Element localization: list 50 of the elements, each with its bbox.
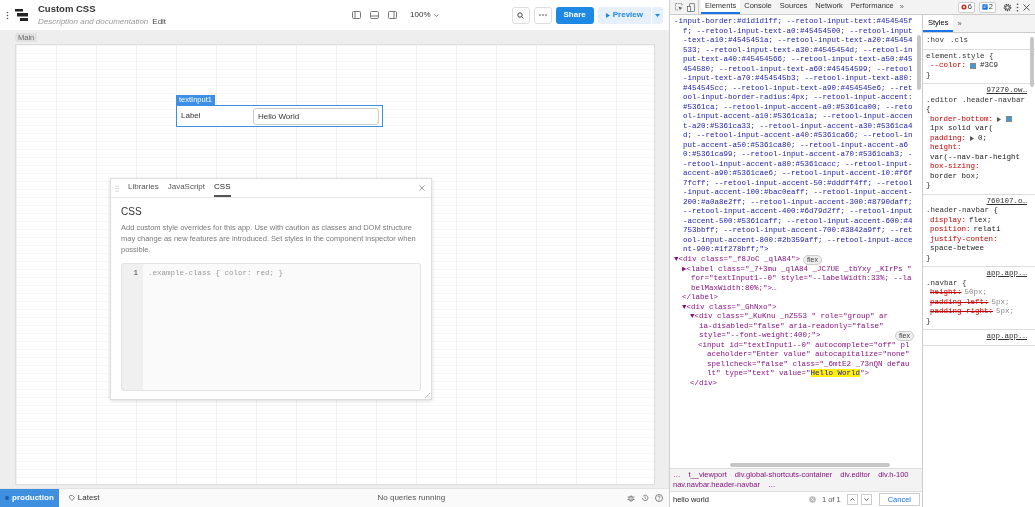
help-icon[interactable] — [655, 494, 663, 502]
play-icon[interactable] — [605, 12, 610, 18]
device-icon[interactable] — [687, 2, 695, 12]
logo-icon[interactable] — [15, 9, 28, 21]
kebab-menu-icon[interactable] — [1016, 2, 1019, 12]
message-icon — [981, 4, 988, 10]
color-swatch-icon[interactable] — [1006, 116, 1012, 123]
close-icon[interactable] — [1023, 3, 1030, 11]
caret-icon[interactable] — [433, 13, 439, 17]
search-button[interactable] — [511, 6, 530, 24]
app-title: Custom CSS — [38, 2, 97, 14]
caret-icon[interactable] — [655, 13, 660, 17]
panel-tab[interactable]: CSS — [214, 179, 231, 197]
panel-tab[interactable]: JavaScript — [167, 179, 206, 197]
query-status: No queries running — [376, 492, 446, 504]
next-match-button[interactable] — [860, 494, 872, 505]
zoom-dropdown[interactable]: 100% — [410, 9, 439, 21]
left-panel-icon[interactable] — [352, 11, 362, 19]
scrollbar-thumb[interactable] — [1030, 37, 1034, 87]
inspect-icon[interactable] — [675, 3, 683, 11]
search-icon[interactable] — [517, 11, 524, 19]
expand-arrow-icon[interactable] — [997, 116, 1001, 122]
history-icon[interactable] — [641, 494, 649, 502]
scrollbar-thumb[interactable] — [730, 462, 890, 467]
tag-icon[interactable] — [68, 495, 75, 501]
panel-tab[interactable]: Libraries — [128, 179, 159, 197]
preview-dropdown-button[interactable] — [651, 6, 663, 24]
version-button[interactable]: Latest — [62, 491, 106, 505]
input-field[interactable]: Hello World — [253, 107, 379, 125]
error-icon — [960, 4, 967, 10]
status-dot-icon — [5, 496, 9, 500]
up-chevron-icon[interactable] — [849, 498, 855, 501]
settings-icon[interactable] — [1003, 2, 1012, 12]
scrollbar-thumb[interactable] — [917, 35, 921, 90]
text-input-component[interactable]: Label Hello World — [176, 105, 383, 127]
share-button[interactable]: Share — [555, 6, 594, 24]
edit-link[interactable]: Edit — [152, 15, 167, 28]
right-panel-icon[interactable] — [388, 11, 398, 19]
bottom-panel-icon[interactable] — [370, 11, 380, 19]
resize-handle-icon[interactable] — [425, 393, 430, 398]
clear-icon[interactable] — [808, 496, 816, 503]
panel-heading: CSS — [121, 206, 143, 218]
previous-match-button[interactable] — [846, 494, 858, 505]
expand-arrow-icon[interactable] — [970, 135, 974, 141]
bug-icon[interactable] — [627, 494, 635, 502]
more-button[interactable] — [533, 6, 552, 24]
down-chevron-icon[interactable] — [863, 498, 869, 501]
app-description: Description and documentation — [38, 15, 149, 28]
color-swatch-icon[interactable] — [970, 62, 976, 69]
input-label: Label — [181, 110, 202, 122]
